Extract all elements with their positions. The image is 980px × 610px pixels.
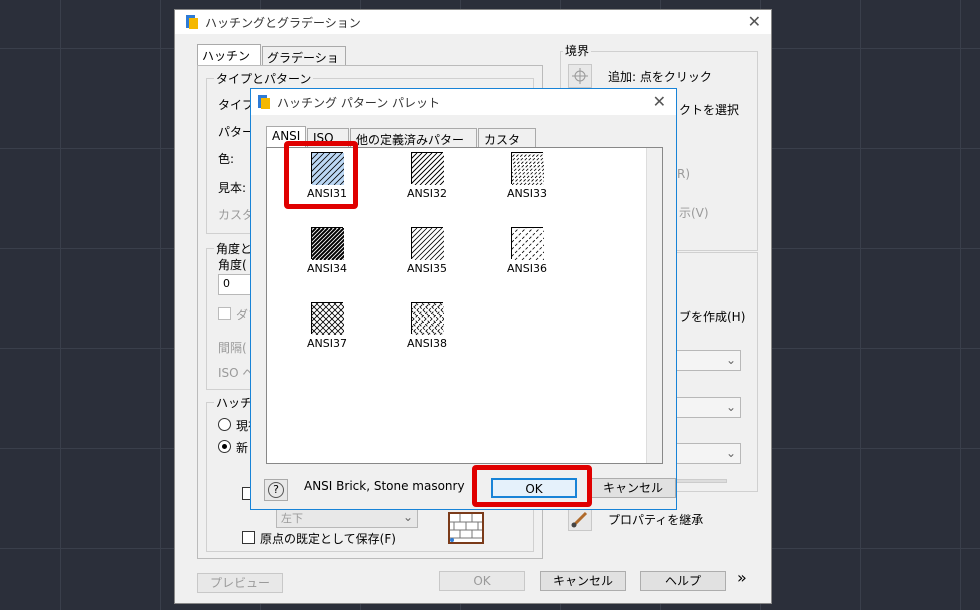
- pattern-ansi38[interactable]: ANSI38: [387, 302, 467, 350]
- main-ok-button[interactable]: OK: [439, 571, 525, 591]
- pattern-name: ANSI35: [407, 262, 447, 275]
- pattern-swatch[interactable]: [311, 227, 344, 260]
- chevron-down-icon: ⌄: [725, 353, 736, 367]
- main-titlebar: ハッチングとグラデーション ✕: [175, 10, 771, 34]
- double-checkbox[interactable]: [218, 307, 231, 320]
- pattern-swatch[interactable]: [511, 227, 544, 260]
- pattern-swatch[interactable]: [311, 302, 344, 335]
- pattern-scrollbar[interactable]: [646, 148, 662, 463]
- group-origin-label: ハッチ: [214, 394, 255, 411]
- main-help-button[interactable]: ヘルプ: [640, 571, 726, 591]
- palette-cancel-button[interactable]: キャンセル: [590, 478, 676, 498]
- swatch-label: 見本:: [218, 181, 247, 195]
- palette-titlebar: ハッチング パターン パレット ✕: [251, 89, 676, 115]
- inherit-button[interactable]: [568, 507, 592, 531]
- pattern-swatch[interactable]: [411, 302, 444, 335]
- position-value: 左下: [281, 512, 303, 525]
- help-button[interactable]: ?: [264, 479, 288, 501]
- tab-gradient[interactable]: グラデーション: [262, 46, 346, 82]
- group-type-pattern-label: タイプとパターン: [214, 70, 314, 87]
- chevron-down-icon: ⌄: [402, 510, 413, 524]
- tab-hatch[interactable]: ハッチング: [197, 44, 261, 80]
- add-pick-label: 追加: 点をクリック: [608, 70, 712, 84]
- pattern-name: ANSI34: [307, 262, 347, 275]
- remove-label: R): [677, 167, 691, 181]
- save-origin-checkbox[interactable]: [242, 531, 255, 544]
- pattern-description: ANSI Brick, Stone masonry: [304, 479, 465, 493]
- chevron-down-icon: ⌄: [725, 400, 736, 414]
- options-combo-1[interactable]: ⌄: [673, 350, 741, 371]
- position-combo[interactable]: 左下 ⌄: [276, 507, 418, 528]
- options-combo-2[interactable]: ⌄: [673, 397, 741, 418]
- brush-icon: [571, 511, 588, 528]
- pattern-ansi35[interactable]: ANSI35: [387, 227, 467, 275]
- select-objects-label: クトを選択: [679, 103, 740, 117]
- color-label: 色:: [218, 152, 235, 166]
- app-icon: [258, 95, 270, 109]
- radio-current-origin[interactable]: [218, 418, 231, 431]
- radio-new-origin[interactable]: [218, 440, 231, 453]
- pattern-ansi36[interactable]: ANSI36: [487, 227, 567, 275]
- iso-label: ISO ペ: [218, 366, 255, 380]
- help-icon: ?: [268, 482, 284, 498]
- pattern-ansi34[interactable]: ANSI34: [287, 227, 367, 275]
- pattern-name: ANSI36: [507, 262, 547, 275]
- pattern-name: ANSI33: [507, 187, 547, 200]
- pattern-ansi32[interactable]: ANSI32: [387, 152, 467, 200]
- pick-point-button[interactable]: [568, 64, 592, 88]
- pattern-name: ANSI38: [407, 337, 447, 350]
- show-label: 示(V): [679, 206, 709, 220]
- app-icon: [186, 15, 198, 29]
- pattern-swatch[interactable]: [511, 152, 544, 185]
- expand-icon[interactable]: »: [737, 568, 747, 587]
- palette-tab-custom[interactable]: カスタム: [478, 128, 536, 164]
- group-angle-label: 角度と: [214, 240, 255, 257]
- angle-label: 角度(: [218, 258, 247, 272]
- highlight-ansi31: [284, 141, 358, 209]
- custom-label: カスタ: [218, 208, 255, 222]
- pattern-swatch[interactable]: [411, 152, 444, 185]
- palette-title: ハッチング パターン パレット: [277, 95, 441, 110]
- create-label: ブを作成(H): [679, 310, 746, 324]
- pattern-swatch[interactable]: [411, 227, 444, 260]
- pattern-name: ANSI32: [407, 187, 447, 200]
- main-cancel-button[interactable]: キャンセル: [540, 571, 626, 591]
- boundary-label: 境界: [563, 42, 592, 59]
- save-origin-label: 原点の既定として保存(F): [260, 532, 396, 546]
- preview-button[interactable]: プレビュー: [197, 573, 283, 593]
- brick-preview-icon: [448, 512, 484, 544]
- palette-close-icon[interactable]: ✕: [653, 92, 666, 111]
- pattern-ansi37[interactable]: ANSI37: [287, 302, 367, 350]
- chevron-down-icon: ⌄: [725, 446, 736, 460]
- pattern-name: ANSI37: [307, 337, 347, 350]
- highlight-ok: [472, 465, 592, 507]
- angle-value: 0: [223, 277, 230, 290]
- palette-tab-predefined[interactable]: 他の定義済みパターン: [350, 128, 477, 164]
- inherit-label: プロパティを継承: [608, 513, 704, 527]
- pattern-ansi33[interactable]: ANSI33: [487, 152, 567, 200]
- spacing-label: 間隔(: [218, 341, 247, 355]
- main-title: ハッチングとグラデーション: [205, 15, 361, 30]
- options-combo-3[interactable]: ⌄: [673, 443, 741, 464]
- pattern-label: パター: [218, 125, 255, 139]
- crosshair-icon: [572, 68, 588, 84]
- main-close-icon[interactable]: ✕: [748, 12, 761, 31]
- tolerance-slider[interactable]: [673, 479, 727, 483]
